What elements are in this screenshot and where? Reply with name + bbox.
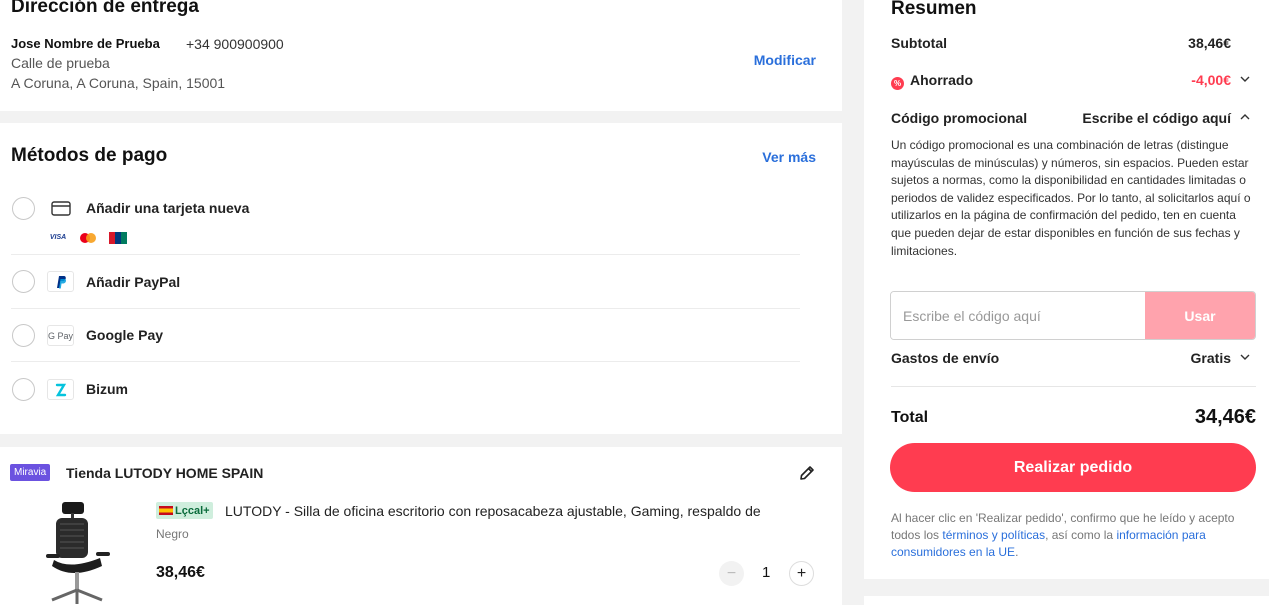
card-logos: VISA [46,230,130,245]
total-label: Total [891,409,929,426]
payment-option-card[interactable]: Añadir una tarjeta nueva VISA [0,183,800,255]
store-name: Tienda LUTODY HOME SPAIN [66,465,264,481]
promo-code-form: Usar [890,291,1256,340]
bizum-icon [47,379,74,400]
payment-title: Métodos de pago [11,145,168,166]
legal-text: . [1015,545,1019,559]
place-order-button[interactable]: Realizar pedido [890,443,1256,492]
store-badge: Miravia [10,464,51,481]
subtotal-value: 38,46€ [1188,35,1231,51]
chevron-down-icon[interactable] [1240,74,1250,84]
card-radio[interactable] [12,197,35,220]
payment-option-googlepay[interactable]: G Pay Google Pay [0,309,800,362]
recipient-name: Jose Nombre de Prueba [11,36,160,51]
mastercard-icon [76,230,100,245]
delivery-address-section: Dirección de entrega Jose Nombre de Prue… [0,0,842,111]
google-pay-icon: G Pay [47,325,74,346]
saved-label: Ahorrado [910,72,973,88]
visa-icon: VISA [49,234,67,241]
quantity-increase-button[interactable]: + [789,561,814,586]
subtotal-label: Subtotal [891,35,947,51]
shipping-value: Gratis [1190,350,1231,366]
quantity-decrease-button[interactable]: − [719,561,744,586]
product-title[interactable]: LUTODY - Silla de oficina escritorio con… [225,503,815,519]
divider [11,361,800,362]
address-street: Calle de prueba [11,55,110,71]
payment-option-label: Google Pay [86,327,164,343]
address-city: A Coruna, A Coruna, Spain, 15001 [11,75,226,91]
paypal-icon [47,271,74,292]
paypal-radio[interactable] [12,270,35,293]
divider [11,254,800,255]
see-more-link[interactable]: Ver más [762,149,816,165]
bizum-radio[interactable] [12,378,35,401]
legal-text: , así como la [1045,528,1117,542]
order-summary: Resumen Subtotal 38,46€ % Ahorrado -4,00€… [864,0,1269,579]
promo-code-input[interactable] [891,292,1146,339]
local-plus-badge: Lçcal+ [156,502,213,519]
summary-secondary-card [864,596,1269,605]
discount-icon: % [891,77,904,90]
edit-icon[interactable] [798,464,816,482]
modify-address-link[interactable]: Modificar [754,52,816,68]
product-variant: Negro [156,527,189,541]
promo-action[interactable]: Escribe el código aquí [1082,110,1231,126]
product-price: 38,46€ [156,564,205,581]
payment-option-label: Añadir una tarjeta nueva [86,200,250,216]
credit-card-icon [47,198,74,219]
saved-value: -4,00€ [1191,72,1231,88]
payment-methods-section: Métodos de pago Ver más Añadir una tarje… [0,123,842,434]
product-image[interactable] [40,500,120,605]
unionpay-icon [106,230,130,245]
chevron-down-icon[interactable] [1240,352,1250,362]
summary-title: Resumen [891,0,977,19]
legal-notice: Al hacer clic en 'Realizar pedido', conf… [891,510,1257,561]
divider [891,386,1256,387]
shipping-label: Gastos de envío [891,350,1000,366]
googlepay-radio[interactable] [12,324,35,347]
total-value: 34,46€ [1194,406,1256,428]
promo-description: Un código promocional es una combinación… [891,138,1251,258]
store-section: Miravia Tienda LUTODY HOME SPAIN Lçcal+ … [0,447,842,605]
terms-link[interactable]: términos y políticas [942,528,1045,542]
promo-label: Código promocional [891,110,1028,126]
local-plus-label: Lçcal+ [175,504,210,517]
saved-label-group: % Ahorrado [891,72,973,90]
chevron-up-icon[interactable] [1240,112,1250,122]
payment-option-label: Añadir PayPal [86,274,181,290]
apply-promo-button[interactable]: Usar [1145,292,1255,339]
payment-option-bizum[interactable]: Bizum [0,363,800,416]
quantity-value: 1 [762,564,771,581]
delivery-title: Dirección de entrega [11,0,199,17]
recipient-phone: +34 900900900 [186,36,284,52]
spain-flag-icon [159,506,173,515]
payment-option-paypal[interactable]: Añadir PayPal [0,256,800,309]
payment-option-label: Bizum [86,381,128,397]
